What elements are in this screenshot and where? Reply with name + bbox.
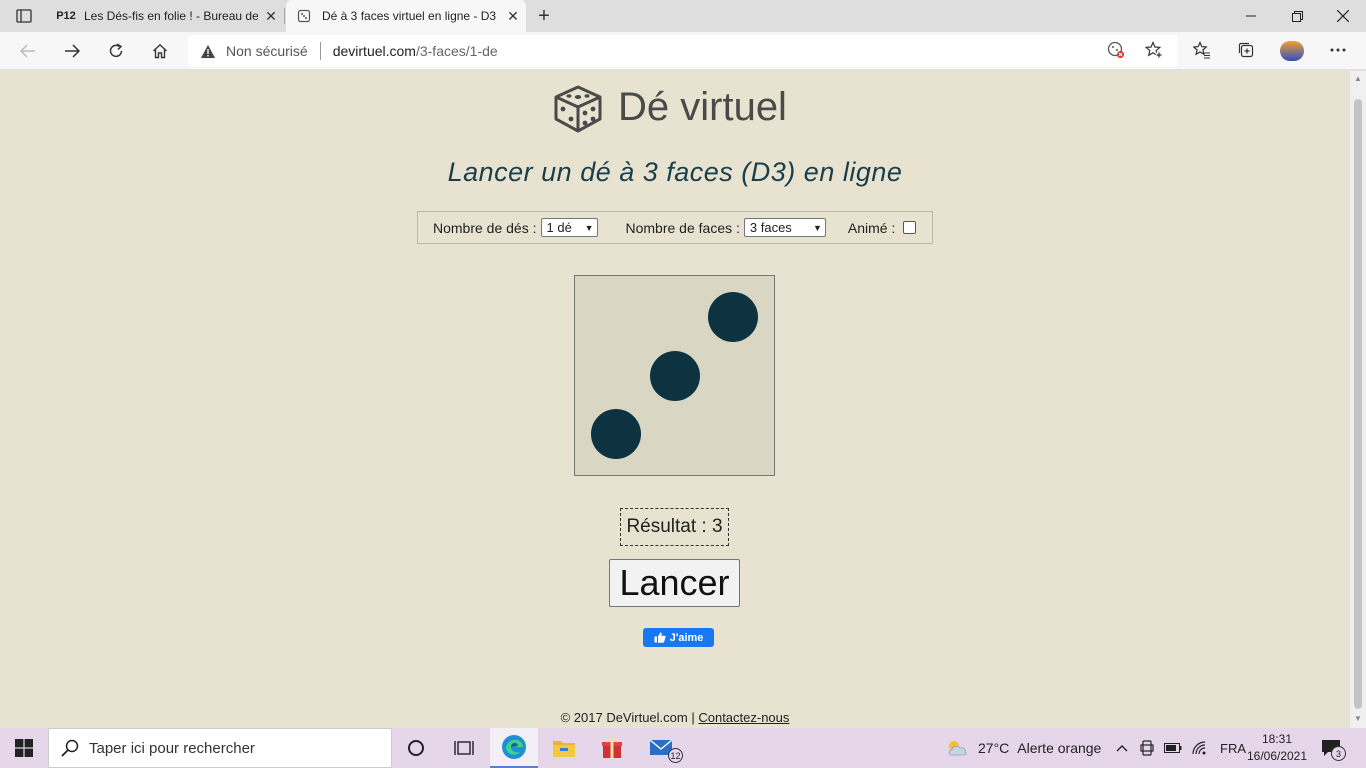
facebook-like-button[interactable]: J'aime	[643, 628, 714, 647]
result-display: Résultat : 3	[620, 508, 729, 546]
address-divider	[319, 42, 321, 60]
back-button[interactable]	[12, 35, 44, 67]
network-icon[interactable]	[1192, 741, 1208, 755]
notification-badge: 3	[1331, 746, 1346, 761]
taskbar: Taper ici pour rechercher 12 27°C Alerte…	[0, 728, 1366, 768]
language-indicator[interactable]: FRA	[1220, 741, 1246, 756]
tab-de-virtuel[interactable]: Dé à 3 faces virtuel en ligne - D3 ✕	[286, 0, 526, 32]
home-button[interactable]	[144, 35, 176, 67]
site-title: Dé virtuel	[618, 84, 787, 129]
task-view-icon[interactable]	[440, 728, 488, 768]
tab-title: Dé à 3 faces virtuel en ligne - D3	[322, 9, 497, 23]
scroll-thumb[interactable]	[1354, 99, 1362, 709]
address-bar[interactable]: Non sécurisé devirtuel.com/3-faces/1-de	[188, 35, 1178, 67]
forward-button[interactable]	[56, 35, 88, 67]
chevron-down-icon: ▼	[584, 222, 594, 233]
taskbar-search[interactable]: Taper ici pour rechercher	[48, 728, 392, 768]
die-face	[574, 275, 775, 476]
dice-count-label: Nombre de dés :	[433, 219, 537, 236]
collections-icon[interactable]	[1236, 40, 1256, 60]
restore-button[interactable]	[1274, 0, 1320, 32]
page-scrollbar[interactable]: ▲ ▼	[1350, 71, 1366, 728]
dice-count-value: 1 dé	[546, 220, 572, 235]
minimize-button[interactable]	[1228, 0, 1274, 32]
warning-icon[interactable]	[200, 44, 218, 59]
battery-icon[interactable]	[1164, 743, 1182, 753]
settings-panel: Nombre de dés : 1 dé ▼ Nombre de faces : …	[417, 211, 933, 244]
windows-start-button[interactable]	[0, 728, 48, 768]
dice-favicon-icon	[296, 8, 312, 24]
die-pip	[708, 292, 758, 342]
roll-button[interactable]: Lancer	[609, 559, 740, 607]
faces-count-label: Nombre de faces :	[625, 219, 740, 236]
cortana-icon[interactable]	[392, 728, 440, 768]
more-options-icon[interactable]	[1328, 40, 1348, 60]
tab-les-des-fis[interactable]: P12 Les Dés-fis en folie ! - Bureau de ✕	[48, 0, 284, 32]
favorites-icon[interactable]	[1192, 40, 1212, 60]
animated-label: Animé :	[847, 219, 896, 236]
close-window-button[interactable]	[1320, 0, 1366, 32]
mail-icon[interactable]: 12	[638, 728, 686, 768]
copyright-text: © 2017 DeVirtuel.com |	[560, 710, 695, 725]
die-pip	[591, 409, 641, 459]
faces-count-select[interactable]: 3 faces ▼	[743, 218, 826, 237]
tab-title: Les Dés-fis en folie ! - Bureau de	[84, 9, 258, 23]
refresh-button[interactable]	[100, 35, 132, 67]
scroll-down-icon[interactable]: ▼	[1353, 714, 1363, 724]
mail-badge: 12	[668, 748, 683, 763]
clock-time: 18:31	[1261, 732, 1293, 746]
thumbs-up-icon	[654, 632, 666, 643]
url-host: devirtuel.com	[332, 43, 416, 59]
browser-toolbar: Non sécurisé devirtuel.com/3-faces/1-de	[0, 32, 1366, 70]
profile-avatar[interactable]	[1280, 41, 1304, 61]
add-favorite-icon[interactable]	[1144, 40, 1164, 60]
device-icon[interactable]	[1140, 740, 1154, 756]
contact-link[interactable]: Contactez-nous	[698, 710, 789, 725]
close-tab-icon[interactable]: ✕	[500, 8, 526, 25]
chevron-down-icon: ▼	[812, 222, 822, 233]
weather-cloud-icon	[948, 741, 967, 756]
dice-logo-icon	[554, 85, 602, 133]
scroll-up-icon[interactable]: ▲	[1353, 74, 1363, 84]
footer: © 2017 DeVirtuel.com | Contactez-nous	[0, 710, 1350, 725]
p12-favicon-icon: P12	[56, 10, 76, 22]
search-placeholder: Taper ici pour rechercher	[89, 739, 255, 757]
tab-divider	[284, 8, 285, 24]
dice-count-select[interactable]: 1 dé ▼	[540, 218, 598, 237]
browser-tab-bar: P12 Les Dés-fis en folie ! - Bureau de ✕…	[0, 0, 1366, 32]
page-heading: Lancer un dé à 3 faces (D3) en ligne	[447, 157, 903, 187]
system-tray: FRA	[1114, 728, 1246, 768]
gift-app-icon[interactable]	[588, 728, 636, 768]
weather-alert: Alerte orange	[1017, 740, 1102, 756]
new-tab-button[interactable]: +	[532, 4, 556, 28]
edge-browser-icon[interactable]	[490, 728, 538, 768]
url-path: /3-faces/1-de	[415, 43, 498, 59]
file-explorer-icon[interactable]	[540, 728, 588, 768]
chevron-up-icon[interactable]	[1114, 741, 1130, 755]
animated-checkbox[interactable]	[903, 221, 917, 234]
close-tab-icon[interactable]: ✕	[258, 8, 284, 25]
web-page: Dé virtuel Lancer un dé à 3 faces (D3) e…	[0, 71, 1350, 728]
weather-temperature: 27°C	[978, 740, 1010, 756]
tab-actions-icon[interactable]	[8, 4, 40, 28]
windows-logo-icon	[15, 739, 33, 757]
search-icon	[61, 739, 79, 757]
weather-widget[interactable]: 27°C Alerte orange	[946, 728, 1101, 768]
facebook-like-label: J'aime	[669, 631, 704, 644]
faces-count-value: 3 faces	[749, 220, 792, 235]
tracking-prevention-icon[interactable]	[1106, 40, 1126, 60]
security-status: Non sécurisé	[226, 43, 308, 59]
die-pip	[650, 351, 700, 401]
site-logo[interactable]: Dé virtuel	[550, 79, 787, 135]
clock[interactable]: 18:31 16/06/2021	[1244, 731, 1310, 765]
notification-center-icon[interactable]: 3	[1320, 738, 1350, 761]
clock-date: 16/06/2021	[1246, 749, 1308, 763]
